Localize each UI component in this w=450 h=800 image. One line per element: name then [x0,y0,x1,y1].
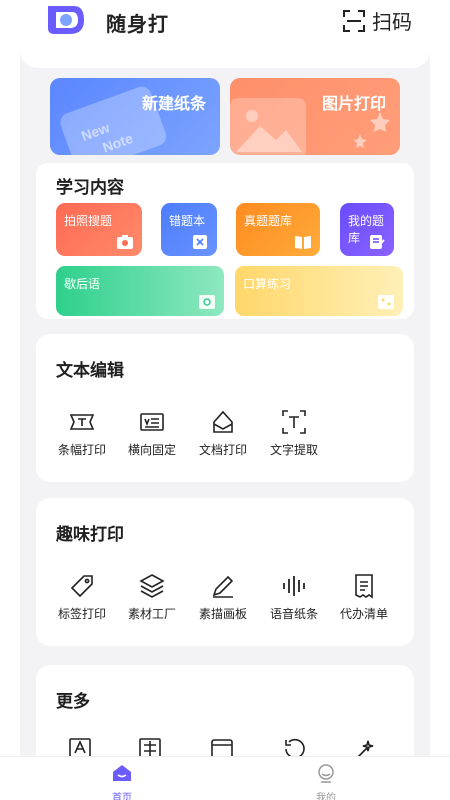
document-icon [213,410,233,433]
photo-search-label: 拍照搜题 [64,214,113,228]
photo-search-tile[interactable]: 拍照搜题 [56,203,142,256]
nav-home-label: 首页 [112,793,132,800]
material-factory-label: 素材工厂 [127,607,176,621]
app-logo-icon [48,6,84,34]
fun-print-title: 趣味打印 [56,525,124,545]
tag-icon [70,575,93,598]
text-edit-title: 文本编辑 [56,361,124,381]
learning-title: 学习内容 [56,178,124,198]
calc-icon [378,295,394,309]
scan-label: 扫码 [372,10,412,34]
window-icon [211,739,233,757]
voice-icon [283,576,305,596]
real-exam-label: 真题题库 [244,214,293,228]
todo-list-button[interactable]: 代办清单 [334,572,394,622]
horizontal-icon [140,413,164,431]
banner-print-label: 条幅打印 [57,443,106,457]
grid-icon [139,738,161,757]
horizontal-fixed-label: 横向固定 [127,443,176,457]
phrase-tile[interactable]: 歇后语 [56,266,224,316]
fun-print-section: 趣味打印 标签打印 素材工厂 素描画板 语音纸条 代办清单 [36,498,414,646]
banner-print-button[interactable]: 条幅打印 [52,408,112,458]
my-bank-tile[interactable]: 我的题库 [340,203,394,256]
checklist-icon [355,574,373,599]
nav-home[interactable]: 首页 [92,763,152,800]
camera-icon [117,235,133,249]
profile-icon [318,764,334,783]
new-note-button[interactable]: New Note 新建纸条 [50,78,220,155]
banner-icon [69,414,95,430]
material-factory-button[interactable]: 素材工厂 [122,572,182,622]
text-edit-section: 文本编辑 条幅打印 横向固定 文档打印 文字提取 [36,334,414,482]
layers-icon [139,574,165,598]
my-bank-icon [370,235,385,249]
text-extract-label: 文字提取 [269,443,318,457]
nav-profile[interactable]: 我的 [296,763,356,800]
todo-list-label: 代办清单 [339,607,388,621]
sparkle-icon [357,740,374,757]
image-print-label: 图片打印 [321,94,386,113]
tag-print-label: 标签打印 [57,607,106,621]
learning-section: 学习内容 拍照搜题 错题本 真题题库 我的题库 歇后语 口算练习 [36,163,414,319]
new-note-label: 新建纸条 [141,94,206,113]
header-card-edge [20,40,430,68]
bottom-navigation: 首页 我的 [0,756,450,800]
document-print-button[interactable]: 文档打印 [193,408,253,458]
book-icon [295,236,311,249]
sketch-board-button[interactable]: 素描画板 [193,572,253,622]
wrong-book-icon [193,235,207,249]
phrase-label: 歇后语 [64,277,101,291]
wrong-book-label: 错题本 [169,214,206,228]
phrase-icon [199,295,215,309]
real-exam-tile[interactable]: 真题题库 [236,203,320,256]
scan-icon [343,9,365,32]
text-extract-button[interactable]: 文字提取 [264,408,324,458]
voice-note-label: 语音纸条 [269,607,318,621]
calc-practice-tile[interactable]: 口算练习 [235,266,403,316]
voice-note-button[interactable]: 语音纸条 [264,572,324,622]
font-icon [69,738,91,757]
home-icon [113,765,131,781]
calc-practice-label: 口算练习 [243,277,292,291]
wrong-book-tile[interactable]: 错题本 [161,203,217,256]
document-print-label: 文档打印 [198,443,247,457]
pencil-icon [212,575,234,598]
more-title: 更多 [56,692,90,712]
tag-print-button[interactable]: 标签打印 [52,572,112,622]
app-title: 随身打 [106,12,169,36]
text-extract-icon [282,410,306,434]
image-print-button[interactable]: 图片打印 [230,78,400,155]
horizontal-fixed-button[interactable]: 横向固定 [122,408,182,458]
history-icon [285,738,305,757]
sketch-board-label: 素描画板 [198,607,247,621]
nav-profile-label: 我的 [316,793,336,800]
top-bar: 随身打 扫码 [0,0,450,44]
scan-button[interactable]: 扫码 [342,6,412,35]
